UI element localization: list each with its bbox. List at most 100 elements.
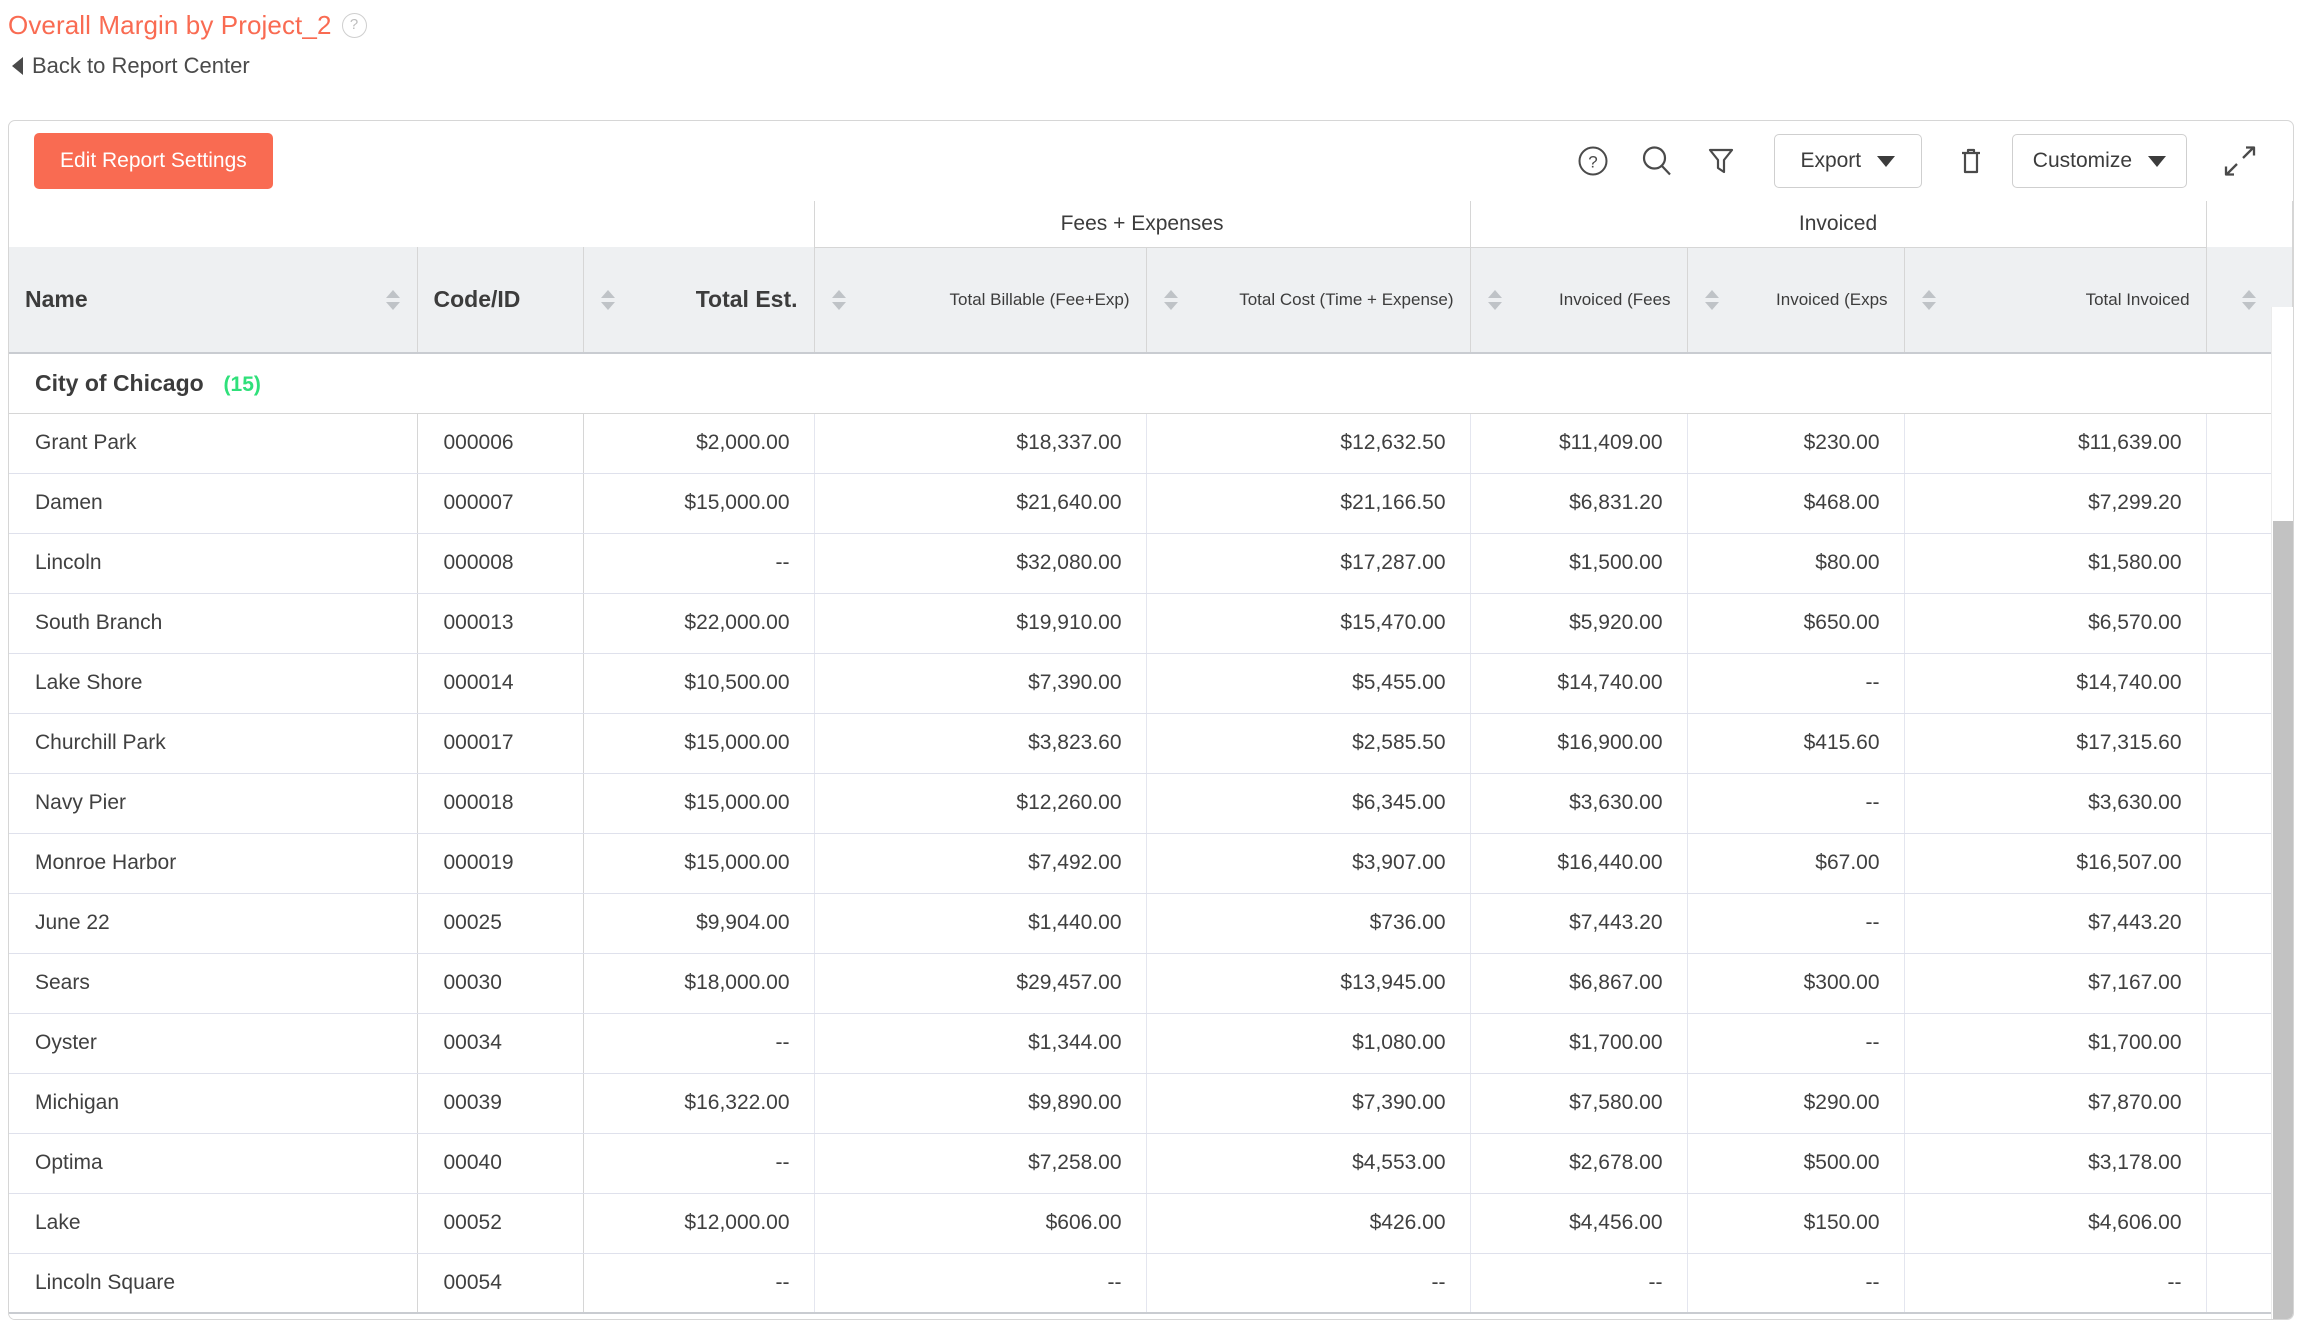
cell-invoiced-exps: -- — [1687, 893, 1905, 954]
sort-toggle-total-cost[interactable] — [1163, 285, 1179, 315]
cell-total-est: $2,000.00 — [583, 413, 815, 474]
cell-code: 00030 — [417, 953, 584, 1014]
cell-invoiced-fees: $1,700.00 — [1470, 1013, 1688, 1074]
cell-invoiced-fees: $3,630.00 — [1470, 773, 1688, 834]
vertical-scrollbar-thumb[interactable] — [2273, 521, 2293, 1319]
column-header-invoiced-exps[interactable]: Invoiced (Exps — [1687, 247, 1905, 354]
cell-total-billable: $21,640.00 — [814, 473, 1147, 534]
table-row[interactable]: Grant Park 000006 $2,000.00 $18,337.00 $12,6… — [9, 413, 2293, 474]
cell-total-invoiced: $1,700.00 — [1904, 1013, 2207, 1074]
sort-toggle-name[interactable] — [385, 285, 401, 315]
cell-name: June 22 — [9, 893, 418, 954]
cell-invoiced-fees: $6,867.00 — [1470, 953, 1688, 1014]
cell-total-cost: $21,166.50 — [1146, 473, 1471, 534]
toolbar-actions: ? Export Customize — [1566, 134, 2267, 188]
total-invoiced-fees: $108,094.40 — [1470, 1312, 1688, 1319]
group-row-cell: City of Chicago (15) — [9, 353, 2293, 414]
cell-code: 00025 — [417, 893, 584, 954]
sort-toggle-extra[interactable] — [2241, 285, 2257, 315]
cell-invoiced-exps: $230.00 — [1687, 413, 1905, 474]
cell-code: 000013 — [417, 593, 584, 654]
cell-total-est: $16,322.00 — [583, 1073, 815, 1134]
table-row[interactable]: Lincoln Square 00054 -- -- -- -- -- -- — [9, 1253, 2293, 1314]
cell-total-invoiced: $6,570.00 — [1904, 593, 2207, 654]
cell-name: Michigan — [9, 1073, 418, 1134]
cell-total-billable: $9,890.00 — [814, 1073, 1147, 1134]
total-invoiced-exps: $3,150.60 — [1687, 1312, 1905, 1319]
cell-code: 000019 — [417, 833, 584, 894]
cell-total-est: $15,000.00 — [583, 833, 815, 894]
cell-total-invoiced: $1,580.00 — [1904, 533, 2207, 594]
table-row[interactable]: Optima 00040 -- $7,258.00 $4,553.00 $2,678.00… — [9, 1133, 2293, 1194]
back-to-report-center-link[interactable]: Back to Report Center — [8, 53, 2302, 79]
cell-total-est: $15,000.00 — [583, 773, 815, 834]
column-header-name[interactable]: Name — [9, 247, 418, 354]
total-total-invoiced: $111,245.00 — [1904, 1312, 2207, 1319]
help-circle-icon[interactable]: ? — [1566, 134, 1620, 188]
table-row[interactable]: South Branch 000013 $22,000.00 $19,910.00 $1… — [9, 593, 2293, 654]
table-row[interactable]: Lincoln 000008 -- $32,080.00 $17,287.00 $1,50… — [9, 533, 2293, 594]
cell-invoiced-exps: $150.00 — [1687, 1193, 1905, 1254]
column-header-row: Name Code/ID Total Est. Total Billable (… — [9, 247, 2293, 354]
funnel-filter-icon[interactable] — [1694, 134, 1748, 188]
cell-name: Grant Park — [9, 413, 418, 474]
column-header-total-invoiced[interactable]: Total Invoiced — [1904, 247, 2207, 354]
column-header-total-cost[interactable]: Total Cost (Time + Expense) — [1146, 247, 1471, 354]
group-header-blank-left — [9, 201, 815, 247]
expand-diagonal-icon[interactable] — [2213, 134, 2267, 188]
cell-total-est: -- — [583, 1133, 815, 1194]
table-row[interactable]: Oyster 00034 -- $1,344.00 $1,080.00 $1,700.00… — [9, 1013, 2293, 1074]
table-row[interactable]: Lake Shore 000014 $10,500.00 $7,390.00 $5,45… — [9, 653, 2293, 714]
table-row[interactable]: Michigan 00039 $16,322.00 $9,890.00 $7,390.0… — [9, 1073, 2293, 1134]
cell-total-cost: $4,553.00 — [1146, 1133, 1471, 1194]
table-row[interactable]: Damen 000007 $15,000.00 $21,640.00 $21,166.5… — [9, 473, 2293, 534]
group-row-city-of-chicago[interactable]: City of Chicago (15) — [9, 353, 2293, 414]
export-dropdown[interactable]: Export — [1773, 134, 1922, 188]
column-header-total-billable[interactable]: Total Billable (Fee+Exp) — [814, 247, 1147, 354]
column-label: Total Cost (Time + Expense) — [1239, 289, 1454, 309]
column-header-code-id[interactable]: Code/ID — [417, 247, 584, 354]
column-label: Invoiced (Fees — [1559, 289, 1671, 309]
cell-total-billable: $606.00 — [814, 1193, 1147, 1254]
cell-invoiced-fees: $2,678.00 — [1470, 1133, 1688, 1194]
search-icon[interactable] — [1630, 134, 1684, 188]
cell-invoiced-fees: $11,409.00 — [1470, 413, 1688, 474]
cell-total-est: $9,904.00 — [583, 893, 815, 954]
cell-invoiced-fees: $1,500.00 — [1470, 533, 1688, 594]
table-row[interactable]: Navy Pier 000018 $15,000.00 $12,260.00 $6,34… — [9, 773, 2293, 834]
table-row[interactable]: Sears 00030 $18,000.00 $29,457.00 $13,945.00… — [9, 953, 2293, 1014]
sort-toggle-invoiced-fees[interactable] — [1487, 285, 1503, 315]
cell-total-invoiced: $16,507.00 — [1904, 833, 2207, 894]
column-label: Total Est. — [695, 286, 798, 312]
cell-total-cost: $1,080.00 — [1146, 1013, 1471, 1074]
cell-name: South Branch — [9, 593, 418, 654]
cell-total-cost: $15,470.00 — [1146, 593, 1471, 654]
customize-dropdown[interactable]: Customize — [2011, 134, 2187, 188]
cell-total-invoiced: $7,870.00 — [1904, 1073, 2207, 1134]
cell-invoiced-exps: $468.00 — [1687, 473, 1905, 534]
cell-total-billable: $3,823.60 — [814, 713, 1147, 774]
cell-invoiced-fees: -- — [1470, 1253, 1688, 1314]
trash-icon[interactable] — [1944, 134, 1998, 188]
table-row[interactable]: Monroe Harbor 000019 $15,000.00 $7,492.00 $3… — [9, 833, 2293, 894]
help-circle-icon[interactable]: ? — [341, 12, 367, 38]
cell-total-cost: $2,585.50 — [1146, 713, 1471, 774]
cell-total-billable: $7,390.00 — [814, 653, 1147, 714]
table-row[interactable]: Churchill Park 000017 $15,000.00 $3,823.60 $… — [9, 713, 2293, 774]
edit-report-settings-button[interactable]: Edit Report Settings — [34, 133, 273, 189]
cell-total-invoiced: $17,315.60 — [1904, 713, 2207, 774]
cell-total-invoiced: $7,299.20 — [1904, 473, 2207, 534]
cell-total-cost: $13,945.00 — [1146, 953, 1471, 1014]
sort-toggle-total-invoiced[interactable] — [1921, 285, 1937, 315]
sort-toggle-total-billable[interactable] — [831, 285, 847, 315]
table-row[interactable]: Lake 00052 $12,000.00 $606.00 $426.00 $4,456.… — [9, 1193, 2293, 1254]
table-row[interactable]: June 22 00025 $9,904.00 $1,440.00 $736.00 $7,… — [9, 893, 2293, 954]
column-header-total-est[interactable]: Total Est. — [583, 247, 815, 354]
vertical-scrollbar[interactable] — [2271, 307, 2293, 1319]
column-header-invoiced-fees[interactable]: Invoiced (Fees — [1470, 247, 1688, 354]
sort-toggle-invoiced-exps[interactable] — [1704, 285, 1720, 315]
cell-total-est: -- — [583, 1013, 815, 1074]
svg-text:?: ? — [1588, 153, 1597, 172]
chevron-down-icon — [2148, 155, 2166, 167]
sort-toggle-total-est[interactable] — [600, 285, 616, 315]
